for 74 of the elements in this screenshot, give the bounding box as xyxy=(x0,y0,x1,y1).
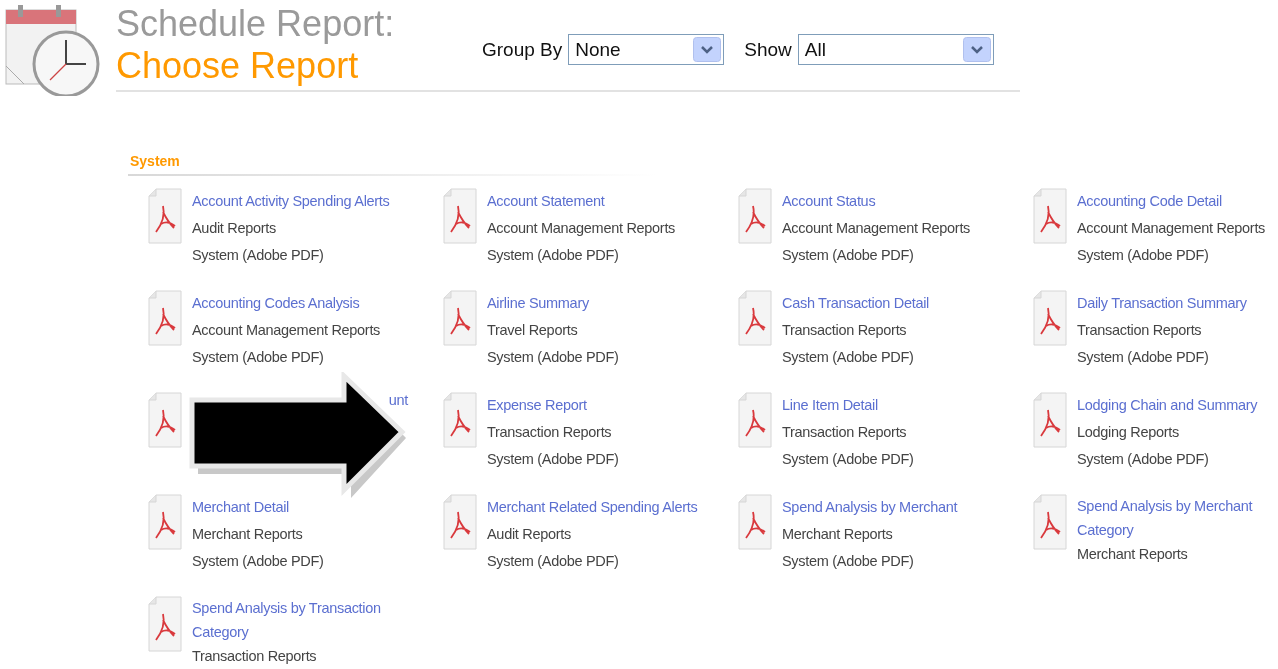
report-format: System (Adobe PDF) xyxy=(782,246,915,265)
report-category: Merchant Reports xyxy=(782,525,894,544)
pdf-file-icon xyxy=(148,392,182,448)
calendar-clock-icon xyxy=(4,4,102,96)
report-format: System (Adobe PDF) xyxy=(192,246,325,265)
report-link[interactable]: Lodging Chain and Summary xyxy=(1077,392,1278,419)
report-format: System (Adobe PDF) xyxy=(487,552,620,571)
report-link[interactable]: Merchant Detail xyxy=(192,494,408,521)
pdf-file-icon xyxy=(738,188,772,244)
report-category: Account Management Reports xyxy=(782,219,972,238)
pdf-file-icon xyxy=(1033,392,1067,448)
report-category: Audit Reports xyxy=(487,525,572,544)
report-category: Merchant Reports xyxy=(1077,545,1189,564)
chevron-down-icon xyxy=(962,37,991,62)
report-link[interactable]: Daily Transaction Summary xyxy=(1077,290,1278,317)
report-format: System (Adobe PDF) xyxy=(782,450,915,469)
pdf-file-icon xyxy=(148,494,182,550)
report-category: Account Management Reports xyxy=(192,321,382,340)
pdf-file-icon xyxy=(443,392,477,448)
pdf-file-icon xyxy=(148,596,182,652)
filter-dropdown[interactable]: None xyxy=(568,34,725,65)
pdf-file-icon xyxy=(1033,188,1067,244)
filter-label: Show xyxy=(744,38,792,61)
pdf-file-icon xyxy=(443,188,477,244)
report-link[interactable]: Accounting Codes Analysis xyxy=(192,290,408,317)
report-category: Audit Reports xyxy=(192,219,277,238)
report-link[interactable]: Accounting Code Detail xyxy=(1077,188,1278,215)
report-format: System (Adobe PDF) xyxy=(487,246,620,265)
report-category: Transaction Reports xyxy=(192,647,318,666)
pdf-file-icon xyxy=(738,494,772,550)
pdf-file-icon xyxy=(443,494,477,550)
report-format: System (Adobe PDF) xyxy=(192,348,325,367)
pdf-file-icon xyxy=(148,188,182,244)
report-category: Transaction Reports xyxy=(487,423,613,442)
report-category: Transaction Reports xyxy=(782,423,908,442)
pdf-file-icon xyxy=(1033,494,1067,550)
report-format: System (Adobe PDF) xyxy=(782,348,915,367)
page-subtitle: Choose Report xyxy=(116,44,360,88)
filter-label: Group By xyxy=(482,38,563,61)
report-link[interactable]: Account Status xyxy=(782,188,998,215)
pdf-file-icon xyxy=(443,290,477,346)
report-category: Account Management Reports xyxy=(1077,219,1267,238)
report-format: System (Adobe PDF) xyxy=(192,552,325,571)
report-category: Lodging Reports xyxy=(1077,423,1180,442)
pdf-file-icon xyxy=(738,290,772,346)
report-format: System (Adobe PDF) xyxy=(1077,348,1210,367)
report-format: System (Adobe PDF) xyxy=(487,450,620,469)
page-title: Schedule Report: xyxy=(116,4,396,44)
report-link[interactable]: Spend Analysis by Transaction Category xyxy=(192,596,408,644)
report-category: Merchant Reports xyxy=(192,525,304,544)
report-format: System (Adobe PDF) xyxy=(487,348,620,367)
report-link[interactable]: Cash Transaction Detail xyxy=(782,290,998,317)
filter-dropdown[interactable]: All xyxy=(797,34,994,65)
report-link[interactable]: Merchant Related Spending Alerts xyxy=(487,494,703,521)
section-title: System xyxy=(129,153,180,171)
report-link[interactable]: Account Activity Spending Alerts xyxy=(192,188,408,215)
report-category: Transaction Reports xyxy=(782,321,908,340)
pdf-file-icon xyxy=(738,392,772,448)
report-link[interactable]: Spend Analysis by Merchant xyxy=(782,494,998,521)
report-category: Travel Reports xyxy=(487,321,579,340)
report-format: System (Adobe PDF) xyxy=(782,552,915,571)
chevron-down-icon xyxy=(693,37,722,62)
report-format: System (Adobe PDF) xyxy=(1077,246,1210,265)
pdf-file-icon xyxy=(1033,290,1067,346)
report-link[interactable]: Expense Report xyxy=(487,392,703,419)
report-link[interactable]: Airline Summary xyxy=(487,290,703,317)
report-link[interactable]: Line Item Detail xyxy=(782,392,998,419)
report-link[interactable]: Account Statement xyxy=(487,188,703,215)
report-format: System (Adobe PDF) xyxy=(1077,450,1210,469)
report-category: Transaction Reports xyxy=(1077,321,1203,340)
pdf-file-icon xyxy=(148,290,182,346)
report-category: Account Management Reports xyxy=(487,219,677,238)
report-link[interactable]: unt xyxy=(388,388,408,412)
report-link[interactable]: Spend Analysis by Merchant Category xyxy=(1077,494,1278,542)
